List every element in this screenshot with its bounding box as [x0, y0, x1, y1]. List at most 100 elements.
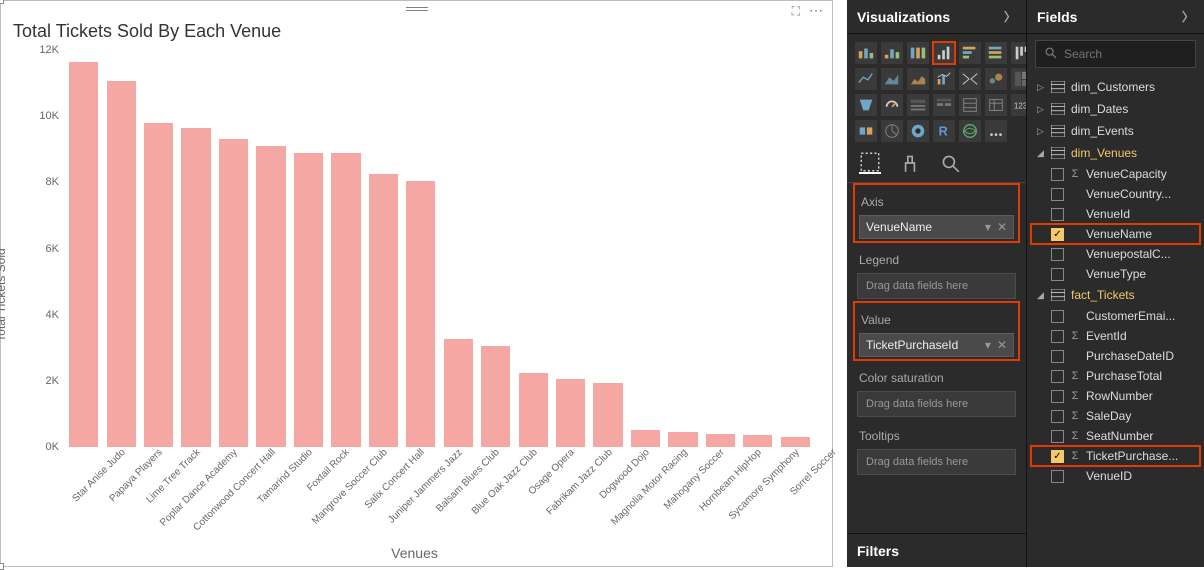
format-tab[interactable]: [899, 152, 921, 174]
viz-type-icon[interactable]: [959, 68, 981, 90]
bar[interactable]: [369, 174, 398, 447]
field-row[interactable]: ΣPurchaseTotal: [1031, 366, 1200, 386]
axis-field-pill[interactable]: VenueName ▾✕: [859, 215, 1014, 239]
bar[interactable]: [331, 153, 360, 447]
field-checkbox[interactable]: [1051, 430, 1064, 443]
bar[interactable]: [519, 373, 548, 447]
bar[interactable]: [294, 153, 323, 447]
table-row[interactable]: ◢dim_Venues: [1031, 142, 1200, 164]
field-row[interactable]: ✓ΣTicketPurchase...: [1031, 446, 1200, 466]
table-row[interactable]: ▷dim_Events: [1031, 120, 1200, 142]
search-input[interactable]: [1064, 47, 1187, 61]
viz-type-icon[interactable]: [907, 42, 929, 64]
field-checkbox[interactable]: ✓: [1051, 450, 1064, 463]
viz-type-icon[interactable]: [959, 120, 981, 142]
bar[interactable]: [481, 346, 510, 447]
bar[interactable]: [219, 139, 248, 447]
viz-type-icon[interactable]: [881, 94, 903, 116]
field-checkbox[interactable]: [1051, 310, 1064, 323]
viz-type-icon[interactable]: [985, 42, 1007, 64]
field-checkbox[interactable]: [1051, 390, 1064, 403]
field-checkbox[interactable]: [1051, 248, 1064, 261]
chevron-down-icon[interactable]: ▾: [985, 338, 991, 352]
viz-type-icon[interactable]: [907, 94, 929, 116]
viz-type-icon[interactable]: [907, 68, 929, 90]
field-row[interactable]: ΣRowNumber: [1031, 386, 1200, 406]
expand-icon[interactable]: ▷: [1037, 104, 1045, 115]
field-checkbox[interactable]: [1051, 188, 1064, 201]
field-checkbox[interactable]: [1051, 208, 1064, 221]
table-row[interactable]: ▷dim_Customers: [1031, 76, 1200, 98]
field-row[interactable]: ✓VenueName: [1031, 224, 1200, 244]
field-checkbox[interactable]: [1051, 268, 1064, 281]
focus-mode-icon[interactable]: ⛶: [792, 4, 800, 19]
bar[interactable]: [144, 123, 173, 447]
axis-well[interactable]: Axis VenueName ▾✕: [853, 183, 1020, 243]
remove-field-icon[interactable]: ✕: [997, 220, 1007, 234]
legend-well[interactable]: Legend Drag data fields here: [853, 243, 1020, 301]
viz-type-icon[interactable]: [933, 42, 955, 64]
report-canvas[interactable]: ⛶ ⋯ Total Tickets Sold By Each Venue Tot…: [0, 0, 833, 567]
bar[interactable]: [556, 379, 585, 447]
bar[interactable]: [781, 437, 810, 447]
field-row[interactable]: ΣSeatNumber: [1031, 426, 1200, 446]
viz-type-icon[interactable]: [855, 120, 877, 142]
expand-icon[interactable]: ◢: [1037, 290, 1045, 301]
field-checkbox[interactable]: [1051, 330, 1064, 343]
field-row[interactable]: VenueCountry...: [1031, 184, 1200, 204]
viz-type-icon[interactable]: R: [933, 120, 955, 142]
field-checkbox[interactable]: [1051, 168, 1064, 181]
bar[interactable]: [444, 339, 473, 447]
chevron-right-icon[interactable]: 〉: [1182, 8, 1194, 25]
bar[interactable]: [743, 435, 772, 447]
field-row[interactable]: VenueID: [1031, 466, 1200, 486]
table-row[interactable]: ▷dim_Dates: [1031, 98, 1200, 120]
field-row[interactable]: ΣEventId: [1031, 326, 1200, 346]
viz-type-icon[interactable]: [985, 68, 1007, 90]
bar[interactable]: [181, 128, 210, 447]
drag-grip-icon[interactable]: [406, 7, 428, 11]
bar[interactable]: [668, 432, 697, 447]
fields-tab[interactable]: [859, 152, 881, 174]
tooltips-well[interactable]: Tooltips Drag data fields here: [853, 419, 1020, 477]
field-row[interactable]: VenuepostalC...: [1031, 244, 1200, 264]
field-row[interactable]: PurchaseDateID: [1031, 346, 1200, 366]
viz-type-icon[interactable]: [855, 94, 877, 116]
value-well[interactable]: Value TicketPurchaseId ▾✕: [853, 301, 1020, 361]
field-row[interactable]: ΣSaleDay: [1031, 406, 1200, 426]
viz-type-icon[interactable]: [881, 120, 903, 142]
viz-type-icon[interactable]: [985, 120, 1007, 142]
color-well[interactable]: Color saturation Drag data fields here: [853, 361, 1020, 419]
viz-type-icon[interactable]: [933, 68, 955, 90]
bar[interactable]: [706, 434, 735, 447]
viz-type-icon[interactable]: [985, 94, 1007, 116]
value-field-pill[interactable]: TicketPurchaseId ▾✕: [859, 333, 1014, 357]
field-row[interactable]: CustomerEmai...: [1031, 306, 1200, 326]
field-checkbox[interactable]: ✓: [1051, 228, 1064, 241]
visualizations-header[interactable]: Visualizations 〉: [847, 0, 1026, 34]
field-checkbox[interactable]: [1051, 350, 1064, 363]
tooltips-drop-zone[interactable]: Drag data fields here: [857, 449, 1016, 475]
bar[interactable]: [406, 181, 435, 447]
fields-header[interactable]: Fields 〉: [1027, 0, 1204, 34]
fields-search[interactable]: [1035, 40, 1196, 68]
field-checkbox[interactable]: [1051, 370, 1064, 383]
bar[interactable]: [593, 383, 622, 448]
analytics-tab[interactable]: [939, 152, 961, 174]
bar[interactable]: [107, 81, 136, 447]
field-row[interactable]: VenueType: [1031, 264, 1200, 284]
field-row[interactable]: VenueId: [1031, 204, 1200, 224]
more-options-icon[interactable]: ⋯: [809, 2, 824, 19]
viz-type-icon[interactable]: [959, 94, 981, 116]
viz-type-icon[interactable]: [959, 42, 981, 64]
remove-field-icon[interactable]: ✕: [997, 338, 1007, 352]
viz-type-icon[interactable]: [933, 94, 955, 116]
expand-icon[interactable]: ▷: [1037, 82, 1045, 93]
viz-type-icon[interactable]: [907, 120, 929, 142]
field-row[interactable]: ΣVenueCapacity: [1031, 164, 1200, 184]
expand-icon[interactable]: ◢: [1037, 148, 1045, 159]
expand-icon[interactable]: ▷: [1037, 126, 1045, 137]
chevron-right-icon[interactable]: 〉: [1004, 8, 1016, 25]
chevron-down-icon[interactable]: ▾: [985, 220, 991, 234]
viz-type-icon[interactable]: [881, 68, 903, 90]
